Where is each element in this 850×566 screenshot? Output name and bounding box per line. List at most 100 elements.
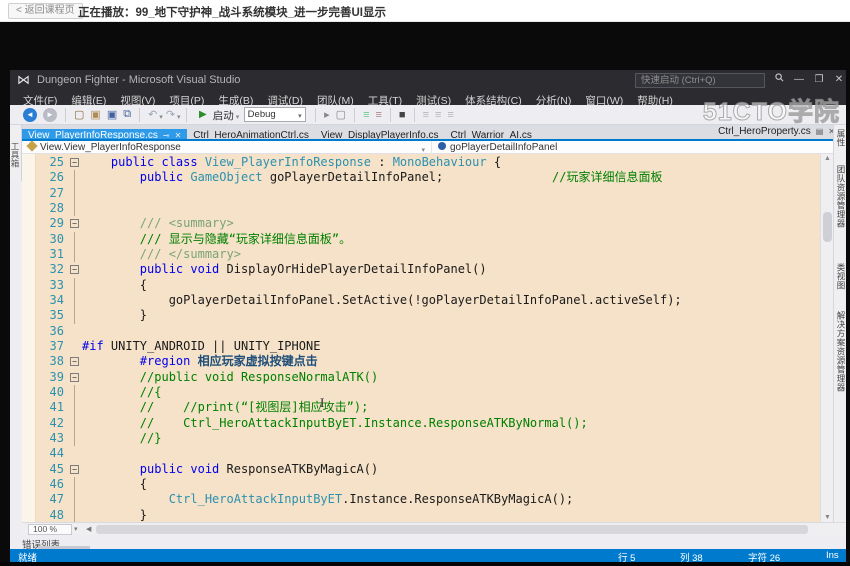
code-line[interactable]: 32− public void DisplayOrHidePlayerDetai… xyxy=(36,262,820,277)
code-line[interactable]: 37#if UNITY_ANDROID || UNITY_IPHONE xyxy=(36,339,820,354)
outline-guide xyxy=(74,477,75,492)
side-tab-团队资源管理器[interactable]: 团队资源管理器 xyxy=(835,165,846,228)
search-icon[interactable] xyxy=(770,72,788,88)
navigate-back-icon[interactable]: ◄ xyxy=(23,108,37,122)
scroll-left-icon[interactable]: ◀ xyxy=(86,525,91,533)
horizontal-scrollbar-thumb[interactable] xyxy=(96,525,808,534)
type-dropdown[interactable]: View.View_PlayerInfoResponse ▾ xyxy=(22,141,432,154)
scrollbar-thumb[interactable] xyxy=(823,212,832,242)
bottom-panel-row: 错误列表 xyxy=(10,535,846,549)
outline-guide xyxy=(74,170,75,185)
member-dropdown[interactable]: goPlayerDetailInfoPanel ▾ xyxy=(432,141,846,154)
uncomment-icon[interactable]: ≡ xyxy=(375,109,381,121)
outlining-margin xyxy=(68,492,82,507)
line-number: 26 xyxy=(36,170,68,185)
outlining-margin[interactable]: − xyxy=(68,370,82,385)
undo-icon[interactable]: ↶ xyxy=(148,108,157,121)
outlining-margin[interactable]: − xyxy=(68,155,82,170)
code-line[interactable]: 44 xyxy=(36,446,820,461)
line-number: 27 xyxy=(36,186,68,201)
code-line[interactable]: 29− /// <summary> xyxy=(36,216,820,231)
collapse-icon[interactable]: − xyxy=(70,373,79,382)
code-line[interactable]: 36 xyxy=(36,324,820,339)
code-line[interactable]: 31 /// </summary> xyxy=(36,247,820,262)
collapse-icon[interactable]: − xyxy=(70,465,79,474)
editor-zoom-dropdown[interactable]: 100 % xyxy=(28,524,72,535)
code-text: { xyxy=(82,477,147,491)
code-line[interactable]: 39− //public void ResponseNormalATK() xyxy=(36,370,820,385)
code-line[interactable]: 27 xyxy=(36,186,820,201)
collapse-icon[interactable]: − xyxy=(70,219,79,228)
comment-icon[interactable]: ≡ xyxy=(363,109,369,121)
chevron-down-icon: ▾ xyxy=(159,114,163,121)
outlining-margin[interactable]: − xyxy=(68,262,82,277)
toolbar-separator xyxy=(315,108,316,122)
code-line[interactable]: 41 // //print(“[视图层]相应攻击”); xyxy=(36,400,820,415)
outlining-margin xyxy=(68,339,82,354)
list-3-icon[interactable]: ≡ xyxy=(447,109,453,121)
line-number: 28 xyxy=(36,201,68,216)
code-line[interactable]: 34 goPlayerDetailInfoPanel.SetActive(!go… xyxy=(36,293,820,308)
outlining-margin xyxy=(68,278,82,293)
open-file-icon[interactable]: ▣ xyxy=(90,108,100,121)
code-line[interactable]: 46 { xyxy=(36,477,820,492)
new-file-icon[interactable]: ▢ xyxy=(74,108,84,121)
collapse-icon[interactable]: − xyxy=(70,357,79,366)
collapse-icon[interactable]: − xyxy=(70,158,79,167)
list-1-icon[interactable]: ≡ xyxy=(423,109,429,121)
line-number: 48 xyxy=(36,508,68,522)
side-tab-解决方案资源管理器[interactable]: 解决方案资源管理器 xyxy=(835,311,846,392)
start-debug-icon[interactable]: ▶ xyxy=(199,109,207,120)
toolbar-separator xyxy=(390,108,391,122)
horizontal-scroll-row: 100 % ▾ ◀ xyxy=(22,522,846,535)
quick-launch-input[interactable]: 快速启动 (Ctrl+Q) xyxy=(635,73,765,88)
code-line[interactable]: 48 } xyxy=(36,508,820,522)
file-list-icon[interactable]: ▤ xyxy=(816,127,824,136)
collapse-icon[interactable]: − xyxy=(70,265,79,274)
chevron-down-icon[interactable]: ▾ xyxy=(74,525,78,533)
close-button[interactable]: ✕ xyxy=(830,72,846,88)
list-2-icon[interactable]: ≡ xyxy=(435,109,441,121)
breakpoint-margin[interactable] xyxy=(22,154,36,522)
code-line[interactable]: 33 { xyxy=(36,278,820,293)
restore-button[interactable]: ❐ xyxy=(810,72,828,88)
code-line[interactable]: 30 /// 显示与隐藏“玩家详细信息面板”。 xyxy=(36,232,820,247)
navigate-forward-icon[interactable]: ► xyxy=(43,108,57,122)
code-line[interactable]: 28 xyxy=(36,201,820,216)
code-line[interactable]: 26 public GameObject goPlayerDetailInfoP… xyxy=(36,170,820,185)
code-line[interactable]: 43 //} xyxy=(36,431,820,446)
toolbar-separator xyxy=(354,108,355,122)
code-line[interactable]: 35 } xyxy=(36,308,820,323)
save-icon[interactable]: ▣ xyxy=(107,108,117,121)
save-all-icon[interactable]: ⧉ xyxy=(123,108,131,121)
toolbar-separator xyxy=(414,108,415,122)
side-tab-类视图[interactable]: 类视图 xyxy=(835,263,846,290)
code-line[interactable]: 47 Ctrl_HeroAttackInputByET.Instance.Res… xyxy=(36,492,820,507)
solution-configurations-dropdown[interactable]: Debug▾ xyxy=(244,107,306,122)
attach-icon[interactable]: ▸ xyxy=(324,108,330,121)
vertical-scrollbar[interactable]: ▲ ▼ xyxy=(820,154,833,522)
side-tab-属性[interactable]: 属性 xyxy=(835,129,846,147)
code-line[interactable]: 40 //{ xyxy=(36,385,820,400)
preview-icon[interactable]: ▢ xyxy=(336,108,346,121)
outlining-margin[interactable]: − xyxy=(68,462,82,477)
outlining-margin[interactable]: − xyxy=(68,216,82,231)
redo-icon[interactable]: ↷ xyxy=(166,108,175,121)
back-to-course-button[interactable]: < 返回课程页 xyxy=(8,3,83,19)
code-line[interactable]: 42 // Ctrl_HeroAttackInputByET.Instance.… xyxy=(36,416,820,431)
toolbox-vertical-tab[interactable]: 工具箱 xyxy=(10,125,22,181)
code-text: /// 显示与隐藏“玩家详细信息面板”。 xyxy=(82,232,351,246)
vs-titlebar[interactable]: ⋈ Dungeon Fighter - Microsoft Visual Stu… xyxy=(10,70,846,91)
start-debug-label[interactable]: 启动 xyxy=(213,110,234,122)
code-line[interactable]: 38− #region 相应玩家虚拟按键点击 xyxy=(36,354,820,369)
text-cursor: I xyxy=(320,397,329,409)
code-line[interactable]: 25− public class View_PlayerInfoResponse… xyxy=(36,155,820,170)
class-icon xyxy=(26,140,37,151)
status-bar: 就绪 行 5列 38字符 26Ins xyxy=(10,549,846,562)
code-line[interactable]: 45− public void ResponseATKByMagicA() xyxy=(36,462,820,477)
minimize-button[interactable]: — xyxy=(790,72,808,88)
stop-icon[interactable]: ■ xyxy=(399,109,406,121)
line-number: 47 xyxy=(36,492,68,507)
outlining-margin[interactable]: − xyxy=(68,354,82,369)
code-editor[interactable]: 25− public class View_PlayerInfoResponse… xyxy=(22,154,820,522)
